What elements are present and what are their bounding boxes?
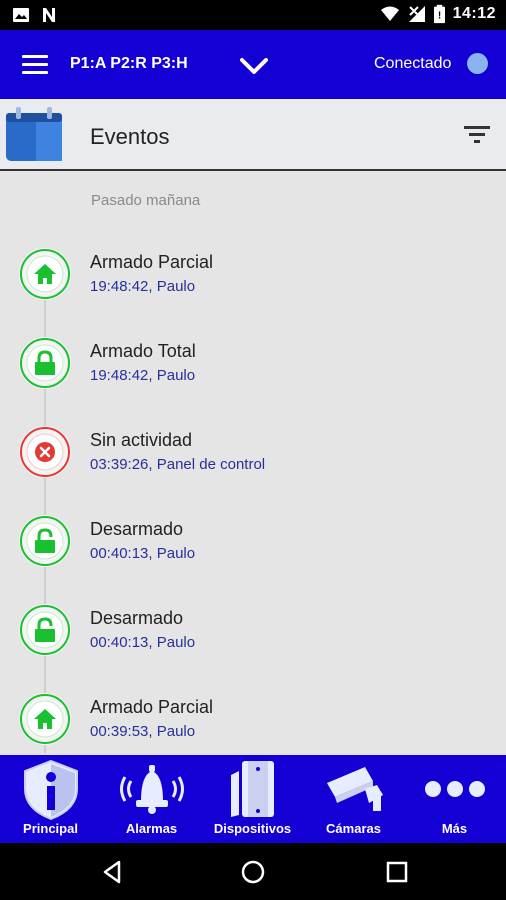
event-item[interactable]: Armado Parcial 19:48:42, Paulo — [0, 248, 506, 328]
app-bar: P1:A P2:R P3:H Conectado — [0, 30, 506, 99]
wifi-icon — [380, 6, 399, 21]
event-title: Armado Parcial — [90, 252, 214, 272]
connection-indicator — [467, 53, 488, 74]
event-title: Armado Parcial — [90, 697, 214, 717]
recents-icon[interactable] — [382, 857, 412, 887]
calendar-icon — [6, 107, 62, 161]
nav-label: Dispositivos — [213, 821, 292, 836]
nav-principal[interactable]: Principal — [0, 755, 101, 843]
event-subtitle: 00:40:13, Paulo — [90, 634, 196, 651]
shield-info-icon — [23, 759, 78, 821]
nav-label: Alarmas — [125, 821, 178, 836]
image-icon — [13, 8, 29, 22]
clock: 14:12 — [452, 5, 496, 22]
menu-icon[interactable] — [22, 55, 48, 75]
events-list[interactable]: Pasado mañana Armado Parcial 19:48:42, P… — [0, 173, 506, 755]
page-header: Eventos — [0, 99, 506, 171]
nav-label: Principal — [23, 821, 78, 836]
nav-alarmas[interactable]: Alarmas — [101, 755, 202, 843]
event-subtitle: 00:39:53, Paulo — [90, 723, 196, 740]
event-subtitle: 03:39:26, Panel de control — [90, 456, 266, 473]
bottom-navigation: Principal Alarmas Dispositivos Cámaras M… — [0, 755, 506, 843]
event-title: Desarmado — [90, 608, 184, 628]
nav-label: Más — [441, 821, 468, 836]
connection-status: Conectado — [374, 55, 452, 72]
door-sensor-icon — [230, 761, 274, 817]
camera-icon — [326, 767, 383, 811]
chevron-down-icon[interactable] — [238, 52, 270, 80]
page-title: Eventos — [90, 124, 170, 149]
event-item[interactable]: Armado Parcial 00:39:53, Paulo — [0, 693, 506, 755]
status-bar: ! 14:12 — [0, 0, 506, 30]
system-navigation-bar — [0, 843, 506, 900]
event-title: Sin actividad — [90, 430, 193, 450]
event-subtitle: 19:48:42, Paulo — [90, 367, 196, 384]
filter-icon[interactable] — [464, 125, 490, 145]
n-icon — [43, 8, 55, 22]
lock-open-icon — [19, 515, 71, 567]
no-signal-icon — [408, 6, 425, 22]
event-item[interactable]: Sin actividad 03:39:26, Panel de control — [0, 426, 506, 506]
nav-mas[interactable]: Más — [404, 755, 505, 843]
event-title: Armado Total — [90, 341, 196, 361]
x-circle-icon — [19, 426, 71, 478]
event-subtitle: 19:48:42, Paulo — [90, 278, 196, 295]
bell-icon — [119, 765, 184, 814]
event-title: Desarmado — [90, 519, 184, 539]
nav-dispositivos[interactable]: Dispositivos — [202, 755, 303, 843]
nav-camaras[interactable]: Cámaras — [303, 755, 404, 843]
back-icon[interactable] — [97, 857, 127, 887]
event-item[interactable]: Desarmado 00:40:13, Paulo — [0, 515, 506, 595]
lock-closed-icon — [19, 337, 71, 389]
event-item[interactable]: Desarmado 00:40:13, Paulo — [0, 604, 506, 684]
home-icon — [19, 248, 71, 300]
event-subtitle: 00:40:13, Paulo — [90, 545, 196, 562]
event-item[interactable]: Armado Total 19:48:42, Paulo — [0, 337, 506, 417]
home-icon — [19, 693, 71, 745]
battery-icon: ! — [433, 4, 445, 24]
date-section-label: Pasado mañana — [91, 192, 201, 209]
home-button-icon[interactable] — [238, 857, 268, 887]
partition-status[interactable]: P1:A P2:R P3:H — [70, 55, 188, 73]
more-icon — [424, 781, 485, 797]
nav-label: Cámaras — [326, 821, 381, 836]
lock-open-icon — [19, 604, 71, 656]
svg-text:!: ! — [437, 11, 440, 22]
